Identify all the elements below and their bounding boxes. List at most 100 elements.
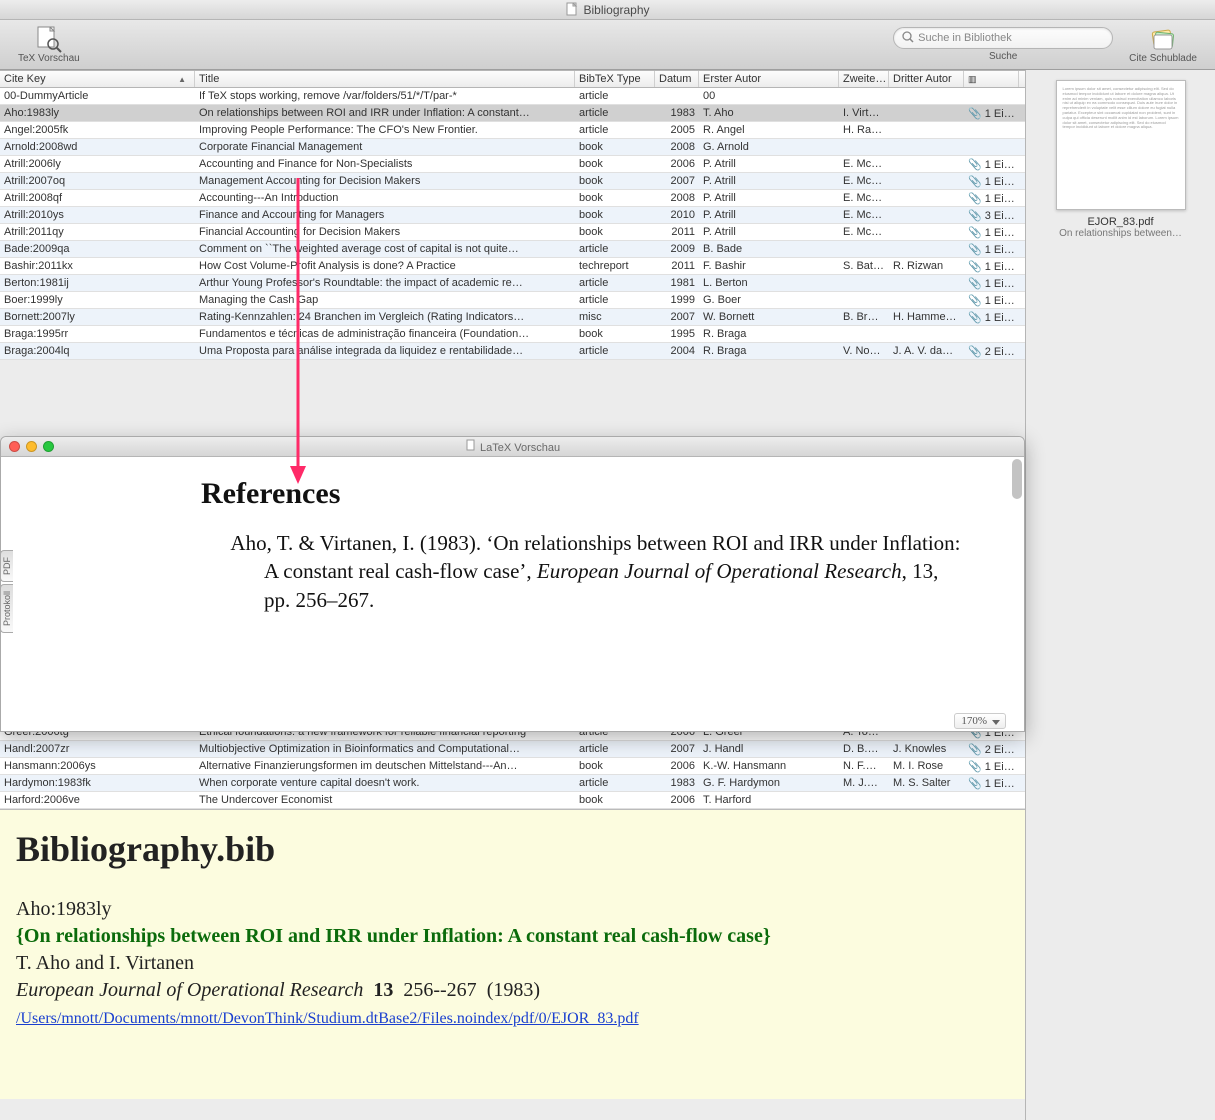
bib-pdf-path-link[interactable]: /Users/mnott/Documents/mnott/DevonThink/… xyxy=(16,1010,639,1027)
cell-author-2: V. No… xyxy=(839,345,889,357)
bib-title: {On relationships between ROI and IRR un… xyxy=(16,925,1009,948)
cell-title: Accounting---An Introduction xyxy=(195,192,575,204)
cell-type: article xyxy=(575,90,655,102)
table-row[interactable]: 00-DummyArticleIf TeX stops working, rem… xyxy=(0,88,1025,105)
table-row[interactable]: Braga:2004lqUma Proposta para análise in… xyxy=(0,343,1025,360)
cell-type: article xyxy=(575,277,655,289)
cell-author-2: M. J.… xyxy=(839,777,889,789)
cell-author-1: R. Braga xyxy=(699,345,839,357)
table-row[interactable]: Boer:1999lyManaging the Cash Gaparticle1… xyxy=(0,292,1025,309)
col-attachments[interactable]: ▥ xyxy=(964,71,1019,87)
table-row[interactable]: Aho:1983lyOn relationships between ROI a… xyxy=(0,105,1025,122)
pdf-thumbnail[interactable]: Lorem ipsum dolor sit amet, consectetur … xyxy=(1056,80,1186,210)
col-cite-key[interactable]: Cite Key▲ xyxy=(0,71,195,87)
col-first-author[interactable]: Erster Autor xyxy=(699,71,839,87)
cell-author-3: J. Knowles xyxy=(889,743,964,755)
table-row[interactable]: Bornett:2007lyRating-Kennzahlen: 24 Bran… xyxy=(0,309,1025,326)
table-row[interactable]: Atrill:2008qfAccounting---An Introductio… xyxy=(0,190,1025,207)
cell-attach: 📎 1 Ei… xyxy=(964,243,1019,256)
cell-title: Rating-Kennzahlen: 24 Branchen im Vergle… xyxy=(195,311,575,323)
table-row[interactable]: Hansmann:2006ysAlternative Finanzierungs… xyxy=(0,758,1025,775)
latex-preview-titlebar[interactable]: LaTeX Vorschau xyxy=(1,437,1024,457)
cell-date: 1983 xyxy=(655,107,699,119)
col-title[interactable]: Title xyxy=(195,71,575,87)
cell-author-1: P. Atrill xyxy=(699,192,839,204)
table-row[interactable]: Berton:1981ijArthur Young Professor's Ro… xyxy=(0,275,1025,292)
cell-title: Multiobjective Optimization in Bioinform… xyxy=(195,743,575,755)
cell-attach: 📎 1 Ei… xyxy=(964,294,1019,307)
table-row[interactable]: Braga:1995rrFundamentos e técnicas de ad… xyxy=(0,326,1025,343)
col-date[interactable]: Datum xyxy=(655,71,699,87)
cell-type: article xyxy=(575,124,655,136)
cell-author-1: J. Handl xyxy=(699,743,839,755)
table-row[interactable]: Atrill:2007oqManagement Accounting for D… xyxy=(0,173,1025,190)
cell-date: 2009 xyxy=(655,243,699,255)
table-row[interactable]: Harford:2006veThe Undercover Economistbo… xyxy=(0,792,1025,809)
cell-attach: 📎 2 Ei… xyxy=(964,345,1019,358)
cell-title: Financial Accounting for Decision Makers xyxy=(195,226,575,238)
cell-cite-key: Arnold:2008wd xyxy=(0,141,195,153)
cell-attach: 📎 1 Ei… xyxy=(964,277,1019,290)
search-input[interactable]: Suche in Bibliothek xyxy=(893,27,1113,49)
scrollbar[interactable] xyxy=(1012,459,1022,499)
cell-author-2: E. Mc… xyxy=(839,209,889,221)
cell-author-1: G. Arnold xyxy=(699,141,839,153)
cell-attach: 📎 1 Ei… xyxy=(964,760,1019,773)
cell-type: book xyxy=(575,794,655,806)
cite-drawer-icon xyxy=(1149,25,1177,53)
table-row[interactable]: Hardymon:1983fkWhen corporate venture ca… xyxy=(0,775,1025,792)
table-row[interactable]: Bade:2009qaComment on ``The weighted ave… xyxy=(0,241,1025,258)
cell-title: Uma Proposta para análise integrada da l… xyxy=(195,345,575,357)
cell-author-1: P. Atrill xyxy=(699,158,839,170)
col-second-author[interactable]: Zweite… xyxy=(839,71,889,87)
cell-date: 2007 xyxy=(655,311,699,323)
col-bibtex-type[interactable]: BibTeX Type xyxy=(575,71,655,87)
col-third-author[interactable]: Dritter Autor xyxy=(889,71,964,87)
cell-attach: 📎 1 Ei… xyxy=(964,192,1019,205)
side-tab-protokoll[interactable]: Protokoll xyxy=(0,584,13,633)
cell-title: Alternative Finanzierungsformen im deuts… xyxy=(195,760,575,772)
cell-author-2: E. Mc… xyxy=(839,158,889,170)
tex-preview-button[interactable]: TeX Vorschau xyxy=(12,23,86,66)
cell-cite-key: Aho:1983ly xyxy=(0,107,195,119)
cell-attach: 📎 1 Ei… xyxy=(964,226,1019,239)
cell-cite-key: Berton:1981ij xyxy=(0,277,195,289)
cell-date: 1981 xyxy=(655,277,699,289)
table-row[interactable]: Atrill:2011qyFinancial Accounting for De… xyxy=(0,224,1025,241)
side-tab-pdf[interactable]: PDF xyxy=(0,550,13,582)
table-row[interactable]: Atrill:2010ysFinance and Accounting for … xyxy=(0,207,1025,224)
cell-cite-key: Braga:1995rr xyxy=(0,328,195,340)
table-header: Cite Key▲ Title BibTeX Type Datum Erster… xyxy=(0,70,1025,88)
cell-title: The Undercover Economist xyxy=(195,794,575,806)
document-icon xyxy=(565,2,579,16)
cell-cite-key: Atrill:2007oq xyxy=(0,175,195,187)
cell-cite-key: Boer:1999ly xyxy=(0,294,195,306)
cell-cite-key: Hardymon:1983fk xyxy=(0,777,195,789)
cell-cite-key: 00-DummyArticle xyxy=(0,90,195,102)
cell-type: book xyxy=(575,328,655,340)
cell-title: When corporate venture capital doesn't w… xyxy=(195,777,575,789)
cell-title: Finance and Accounting for Managers xyxy=(195,209,575,221)
cell-type: misc xyxy=(575,311,655,323)
table-row[interactable]: Atrill:2006lyAccounting and Finance for … xyxy=(0,156,1025,173)
cell-title: Managing the Cash Gap xyxy=(195,294,575,306)
cell-date: 2008 xyxy=(655,192,699,204)
table-row[interactable]: Handl:2007zrMultiobjective Optimization … xyxy=(0,741,1025,758)
zoom-select[interactable]: 170% xyxy=(954,713,1006,729)
reference-entry: Aho, T. & Virtanen, I. (1983). ‘On relat… xyxy=(201,529,964,614)
tex-preview-label: TeX Vorschau xyxy=(18,53,80,64)
cell-date: 2004 xyxy=(655,345,699,357)
cell-author-1: G. F. Hardymon xyxy=(699,777,839,789)
table-row[interactable]: Angel:2005fkImproving People Performance… xyxy=(0,122,1025,139)
cite-drawer: Lorem ipsum dolor sit amet, consectetur … xyxy=(1025,70,1215,1120)
cell-attach: 📎 1 Ei… xyxy=(964,260,1019,273)
cell-type: book xyxy=(575,226,655,238)
cell-title: Corporate Financial Management xyxy=(195,141,575,153)
cell-title: Improving People Performance: The CFO's … xyxy=(195,124,575,136)
bib-detail-pane: Bibliography.bib Aho:1983ly {On relation… xyxy=(0,809,1025,1099)
table-row[interactable]: Bashir:2011kxHow Cost Volume-Profit Anal… xyxy=(0,258,1025,275)
cell-title: Management Accounting for Decision Maker… xyxy=(195,175,575,187)
cite-drawer-button[interactable]: Cite Schublade xyxy=(1123,23,1203,66)
cell-cite-key: Bashir:2011kx xyxy=(0,260,195,272)
table-row[interactable]: Arnold:2008wdCorporate Financial Managem… xyxy=(0,139,1025,156)
